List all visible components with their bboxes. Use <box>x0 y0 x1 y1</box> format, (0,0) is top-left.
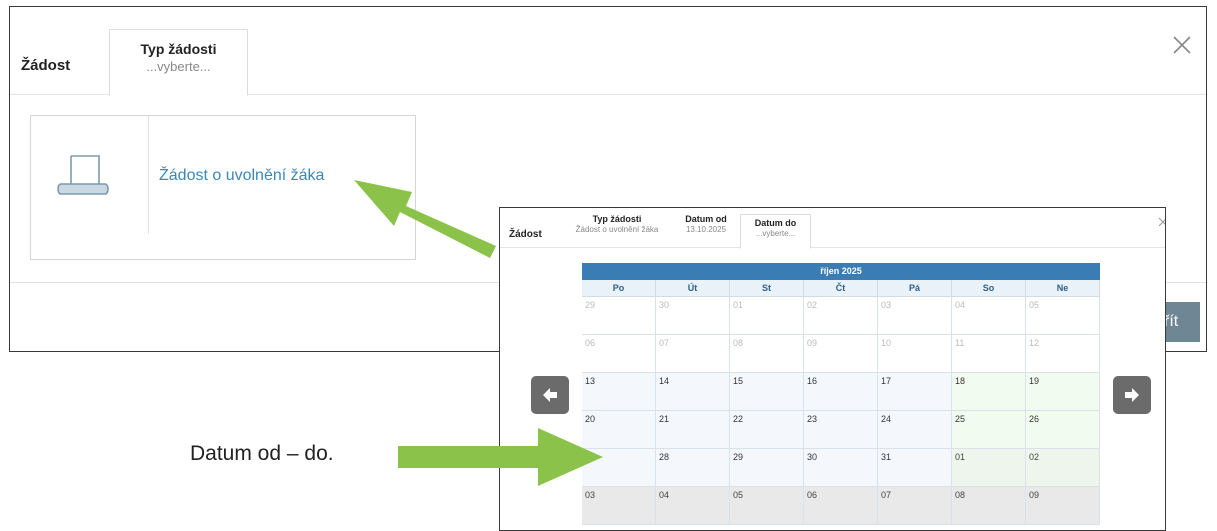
weekday-header: St <box>730 280 804 297</box>
calendar-day-cell[interactable]: 14 <box>656 373 730 411</box>
previous-month-button[interactable] <box>531 376 569 414</box>
annotation-arrow-right <box>398 428 603 486</box>
tab-title: Typ žádosti <box>140 41 217 57</box>
tab-date-from[interactable]: Datum od 13.10.2025 <box>676 214 736 234</box>
calendar-day-cell[interactable]: 25 <box>952 411 1026 449</box>
next-month-button[interactable] <box>1113 376 1151 414</box>
calendar-day-cell[interactable]: 19 <box>1026 373 1100 411</box>
calendar-day-cell[interactable]: 11 <box>952 335 1026 373</box>
document-scroll-icon <box>57 155 109 195</box>
weekday-header: Ne <box>1026 280 1100 297</box>
calendar-day-cell[interactable]: 24 <box>878 411 952 449</box>
calendar-day-cell[interactable]: 29 <box>730 449 804 487</box>
calendar-day-cell[interactable]: 08 <box>730 335 804 373</box>
calendar-day-cell[interactable]: 26 <box>1026 411 1100 449</box>
request-option-label[interactable]: Žádost o uvolnění žáka <box>159 167 324 185</box>
calendar-day-cell[interactable]: 21 <box>656 411 730 449</box>
calendar-day-cell[interactable]: 05 <box>1026 297 1100 335</box>
calendar-day-cell[interactable]: 08 <box>952 487 1026 525</box>
close-icon[interactable] <box>1170 33 1194 57</box>
weekday-header: Čt <box>804 280 878 297</box>
calendar-day-cell[interactable]: 15 <box>730 373 804 411</box>
breadcrumb-request[interactable]: Žádost <box>509 229 542 240</box>
calendar-day-cell[interactable]: 05 <box>730 487 804 525</box>
tab-request-type[interactable]: Typ žádosti ...vyberte... <box>109 29 248 96</box>
tab-subtitle: Žádost o uvolnění žáka <box>575 225 659 234</box>
tab-subtitle: ...vyberte... <box>146 59 211 74</box>
tab-subtitle: ...vyberte... <box>755 229 796 238</box>
arrow-right-icon <box>1125 388 1139 402</box>
tab-title: Datum do <box>754 218 797 228</box>
calendar-day-cell[interactable]: 07 <box>656 335 730 373</box>
calendar-day-cell[interactable]: 22 <box>730 411 804 449</box>
calendar-dialog-header: Žádost Typ žádosti Žádost o uvolnění žák… <box>500 208 1165 249</box>
calendar-day-cell[interactable]: 03 <box>878 297 952 335</box>
calendar-day-cell[interactable]: 13 <box>582 373 656 411</box>
dialog-header: Žádost Typ žádosti ...vyberte... <box>10 7 1206 96</box>
screenshot-stage: Žádost Typ žádosti ...vyberte... Žádost … <box>0 0 1217 531</box>
calendar-day-cell[interactable]: 03 <box>582 487 656 525</box>
calendar-day-cell[interactable]: 23 <box>804 411 878 449</box>
calendar-day-cell[interactable]: 07 <box>878 487 952 525</box>
arrow-left-icon <box>543 388 557 402</box>
calendar-day-cell[interactable]: 04 <box>952 297 1026 335</box>
annotation-text: Datum od – do. <box>190 442 334 465</box>
tab-title: Typ žádosti <box>592 214 642 224</box>
calendar-day-cell[interactable]: 02 <box>804 297 878 335</box>
weekday-header: Út <box>656 280 730 297</box>
calendar-day-cell[interactable]: 09 <box>804 335 878 373</box>
calendar-day-cell[interactable]: 30 <box>804 449 878 487</box>
tab-title: Datum od <box>685 214 727 224</box>
tab-request-type[interactable]: Typ žádosti Žádost o uvolnění žáka <box>562 214 672 234</box>
calendar-day-cell[interactable]: 04 <box>656 487 730 525</box>
calendar-day-cell[interactable]: 02 <box>1026 449 1100 487</box>
calendar-day-cell[interactable]: 12 <box>1026 335 1100 373</box>
calendar-day-cell[interactable]: 06 <box>804 487 878 525</box>
calendar-day-cell[interactable]: 16 <box>804 373 878 411</box>
calendar-day-cell[interactable]: 06 <box>582 335 656 373</box>
calendar-day-cell[interactable]: 31 <box>878 449 952 487</box>
weekday-header: Po <box>582 280 656 297</box>
card-icon-area <box>31 116 149 234</box>
calendar-day-cell[interactable]: 28 <box>656 449 730 487</box>
calendar-day-cell[interactable]: 30 <box>656 297 730 335</box>
annotation-arrow-up <box>354 180 496 258</box>
breadcrumb-request[interactable]: Žádost <box>21 57 70 74</box>
calendar-day-cell[interactable]: 01 <box>730 297 804 335</box>
calendar-day-cell[interactable]: 17 <box>878 373 952 411</box>
calendar-day-cell[interactable]: 29 <box>582 297 656 335</box>
tab-date-to[interactable]: Datum do ...vyberte... <box>740 214 811 249</box>
month-calendar: říjen 2025 Po Út St Čt Pá So Ne 29 30 01 02 03 04 05 0… <box>582 263 1100 527</box>
calendar-day-cell[interactable]: 09 <box>1026 487 1100 525</box>
tab-subtitle: 13.10.2025 <box>685 225 727 234</box>
calendar-day-cell[interactable]: 10 <box>878 335 952 373</box>
close-icon[interactable] <box>1158 214 1165 227</box>
calendar-day-cell[interactable]: 01 <box>952 449 1026 487</box>
weekday-header: Pá <box>878 280 952 297</box>
weekday-header: So <box>952 280 1026 297</box>
calendar-day-cell[interactable]: 18 <box>952 373 1026 411</box>
calendar-month-title: říjen 2025 <box>582 263 1100 280</box>
